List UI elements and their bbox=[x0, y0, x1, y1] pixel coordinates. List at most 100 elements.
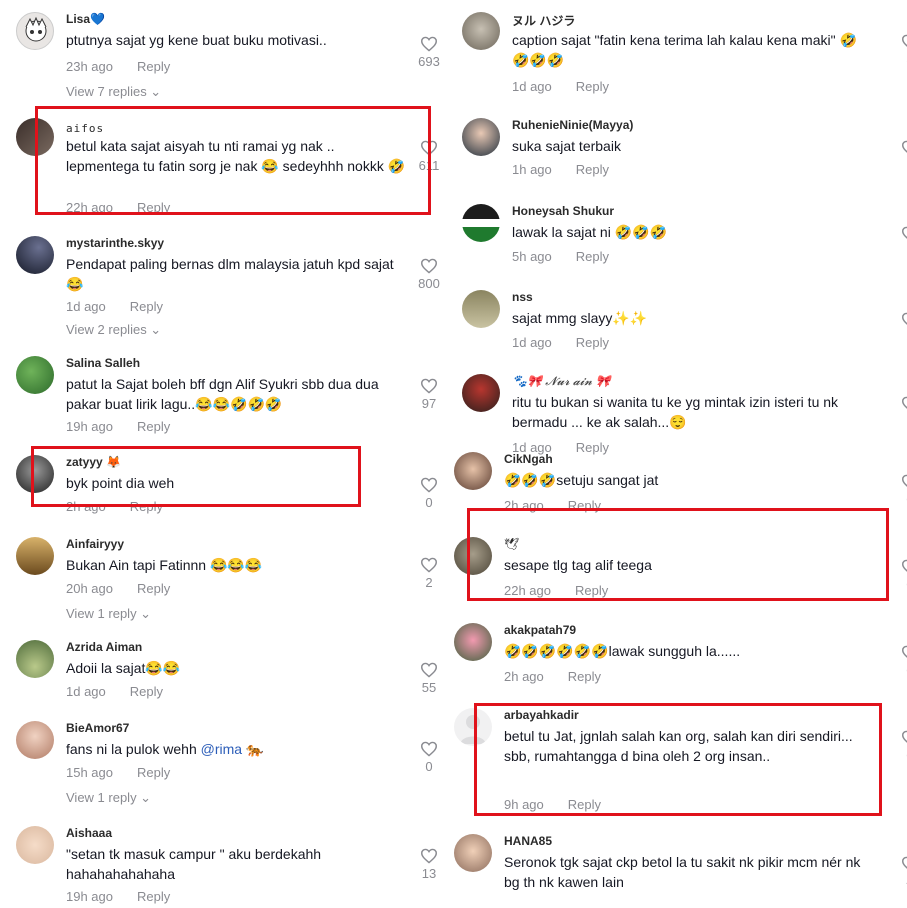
reply-button[interactable]: Reply bbox=[576, 249, 609, 264]
heart-icon bbox=[420, 378, 438, 394]
reply-button[interactable]: Reply bbox=[130, 299, 163, 314]
like-button[interactable]: 0 bbox=[893, 730, 907, 763]
username[interactable]: arbayahkadir bbox=[504, 708, 579, 722]
comment-text: 🤣🤣🤣🤣🤣🤣lawak sungguh la...... bbox=[504, 643, 741, 659]
avatar[interactable] bbox=[462, 12, 500, 50]
like-button[interactable]: 693 bbox=[412, 36, 446, 69]
comment-meta: 1d ago Reply bbox=[66, 684, 163, 699]
username[interactable]: Lisa💙 bbox=[66, 12, 105, 26]
avatar[interactable] bbox=[16, 12, 54, 50]
comment-text: Adoii la sajat😂😂 bbox=[66, 660, 181, 676]
avatar[interactable] bbox=[462, 290, 500, 328]
comment-meta: 2h ago Reply bbox=[504, 669, 601, 684]
username[interactable]: HANA85 bbox=[504, 834, 552, 848]
reply-button[interactable]: Reply bbox=[130, 499, 163, 514]
avatar[interactable] bbox=[462, 204, 500, 242]
username[interactable]: zatyyy 🦊 bbox=[66, 455, 121, 469]
avatar[interactable] bbox=[16, 721, 54, 759]
like-button[interactable]: 0 bbox=[412, 477, 446, 510]
username[interactable]: akakpatah79 bbox=[504, 623, 576, 637]
view-replies-button[interactable]: View 1 reply ⌄ bbox=[66, 790, 151, 806]
like-button[interactable]: 4 bbox=[893, 856, 907, 889]
username[interactable]: 🕊 bbox=[504, 537, 519, 551]
reply-button[interactable]: Reply bbox=[576, 79, 609, 94]
username[interactable]: ヌル ハジラ bbox=[512, 12, 575, 29]
username[interactable]: aifos bbox=[66, 122, 104, 135]
avatar[interactable] bbox=[454, 452, 492, 490]
like-button[interactable]: 13 bbox=[412, 848, 446, 881]
like-button[interactable]: 0 bbox=[893, 645, 907, 678]
comment-text: fans ni la pulok wehh @rima 🐅 bbox=[66, 739, 411, 759]
reply-button[interactable]: Reply bbox=[137, 889, 170, 904]
username[interactable]: Honeysah Shukur bbox=[512, 204, 614, 218]
reply-button[interactable]: Reply bbox=[576, 440, 609, 455]
username[interactable]: BieAmor67 bbox=[66, 721, 129, 735]
comment-meta: 2h ago Reply bbox=[504, 498, 601, 513]
username[interactable]: mystarinthe.skyy bbox=[66, 236, 164, 250]
like-count: 0 bbox=[893, 492, 907, 507]
like-button[interactable] bbox=[893, 140, 907, 158]
view-replies-button[interactable]: View 7 replies ⌄ bbox=[66, 84, 161, 100]
avatar[interactable] bbox=[16, 455, 54, 493]
like-button[interactable]: 2 bbox=[893, 396, 907, 429]
reply-button[interactable]: Reply bbox=[137, 419, 170, 434]
reply-button[interactable]: Reply bbox=[137, 581, 170, 596]
reply-button[interactable]: Reply bbox=[576, 162, 609, 177]
like-count: 97 bbox=[421, 396, 437, 411]
view-replies-button[interactable]: View 1 reply ⌄ bbox=[66, 606, 151, 622]
heart-icon bbox=[901, 140, 907, 153]
like-button[interactable]: 0 bbox=[893, 559, 907, 592]
avatar[interactable] bbox=[16, 236, 54, 274]
username[interactable]: Aishaaa bbox=[66, 826, 112, 840]
avatar[interactable] bbox=[462, 118, 500, 156]
reply-button[interactable]: Reply bbox=[137, 765, 170, 780]
reply-button[interactable]: Reply bbox=[130, 684, 163, 699]
username[interactable]: CikNgah bbox=[504, 452, 553, 466]
comment-text: sajat mmg slayy✨✨ bbox=[512, 310, 648, 326]
timestamp: 23h ago bbox=[66, 59, 113, 74]
avatar[interactable] bbox=[16, 118, 54, 156]
heart-icon bbox=[901, 474, 907, 487]
comment-meta: 1h ago Reply bbox=[512, 162, 609, 177]
username[interactable]: 🐾🎀 𝓝𝓾𝓻 𝓪𝓲𝓷 🎀 bbox=[512, 374, 610, 389]
username[interactable]: RuhenieNinie(Mayya) bbox=[512, 118, 633, 132]
avatar[interactable] bbox=[454, 834, 492, 872]
like-button[interactable]: 3 bbox=[893, 34, 907, 67]
like-button[interactable]: 55 bbox=[412, 662, 446, 695]
username[interactable]: nss bbox=[512, 290, 533, 304]
timestamp: 22h ago bbox=[504, 583, 551, 598]
reply-button[interactable]: Reply bbox=[576, 335, 609, 350]
like-button[interactable]: 2 bbox=[412, 557, 446, 590]
reply-button[interactable]: Reply bbox=[568, 498, 601, 513]
like-button[interactable] bbox=[893, 226, 907, 244]
heart-icon bbox=[420, 662, 438, 678]
avatar[interactable] bbox=[454, 537, 492, 575]
like-button[interactable]: 5 bbox=[893, 312, 907, 345]
reply-button[interactable]: Reply bbox=[568, 797, 601, 812]
timestamp: 22h ago bbox=[66, 200, 113, 215]
like-button[interactable]: 0 bbox=[893, 474, 907, 507]
heart-icon bbox=[420, 258, 438, 274]
username[interactable]: Ainfairyyy bbox=[66, 537, 124, 551]
avatar[interactable] bbox=[16, 640, 54, 678]
timestamp: 1d ago bbox=[66, 299, 106, 314]
username[interactable]: Azrida Aiman bbox=[66, 640, 142, 654]
avatar[interactable] bbox=[454, 623, 492, 661]
like-button[interactable]: 0 bbox=[412, 741, 446, 774]
avatar[interactable] bbox=[454, 708, 492, 746]
reply-button[interactable]: Reply bbox=[137, 59, 170, 74]
reply-button[interactable]: Reply bbox=[575, 583, 608, 598]
like-count: 3 bbox=[893, 52, 907, 67]
view-replies-button[interactable]: View 2 replies ⌄ bbox=[66, 322, 161, 338]
avatar[interactable] bbox=[16, 537, 54, 575]
avatar[interactable] bbox=[16, 356, 54, 394]
like-button[interactable]: 611 bbox=[412, 140, 446, 173]
reply-button[interactable]: Reply bbox=[137, 200, 170, 215]
reply-button[interactable]: Reply bbox=[568, 669, 601, 684]
avatar[interactable] bbox=[462, 374, 500, 412]
avatar[interactable] bbox=[16, 826, 54, 864]
like-button[interactable]: 800 bbox=[412, 258, 446, 291]
like-button[interactable]: 97 bbox=[412, 378, 446, 411]
username[interactable]: Salina Salleh bbox=[66, 356, 140, 370]
user-mention-link[interactable]: @rima 🐅 bbox=[201, 741, 264, 757]
